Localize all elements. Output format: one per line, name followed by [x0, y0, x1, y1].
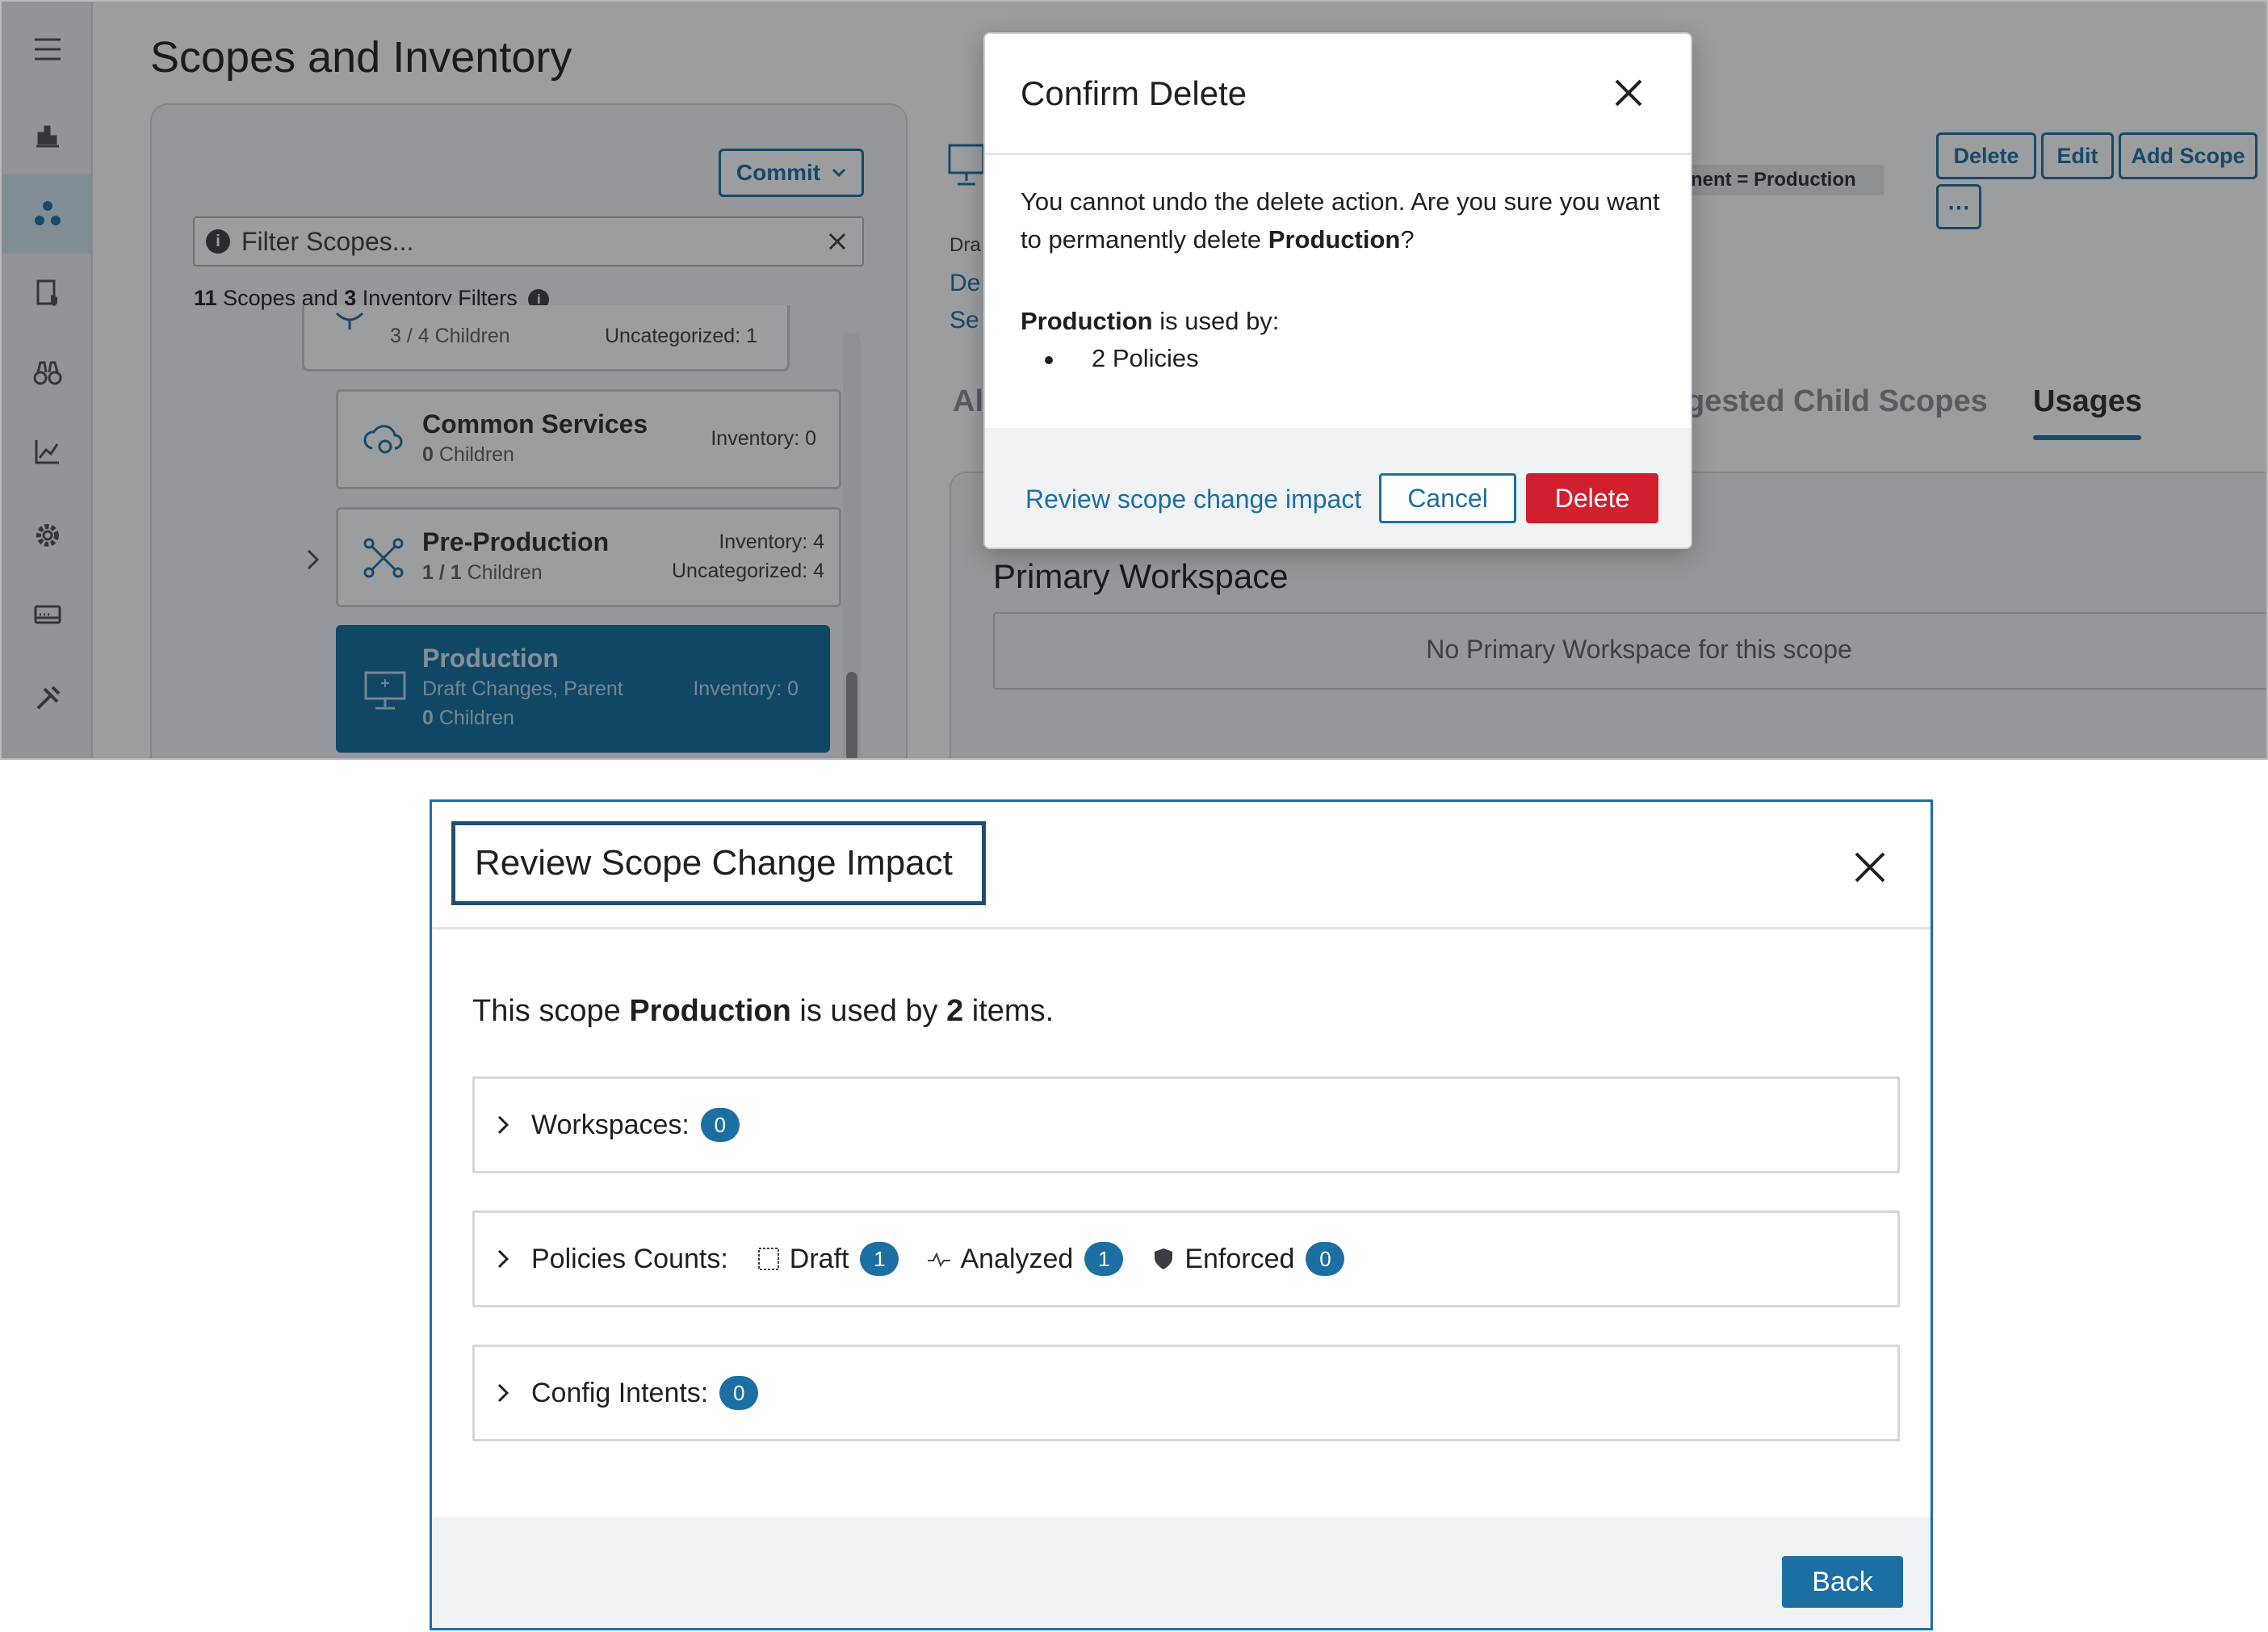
used-by-heading: Production is used by:	[1021, 307, 1280, 335]
modal-header: Confirm Delete	[985, 34, 1691, 155]
back-button[interactable]: Back	[1782, 1556, 1903, 1608]
analyzed-count: Analyzed 1	[926, 1242, 1124, 1276]
shield-icon	[1155, 1248, 1173, 1269]
pulse-icon	[928, 1252, 951, 1268]
dialog-title-box: Review Scope Change Impact	[451, 821, 986, 905]
review-impact-link[interactable]: Review scope change impact	[1025, 485, 1361, 514]
review-scope-change-dialog: Review Scope Change Impact This scope Pr…	[430, 799, 1933, 1630]
close-icon[interactable]	[1850, 847, 1890, 887]
chevron-right-icon	[497, 1249, 509, 1269]
chevron-right-icon	[497, 1115, 509, 1135]
close-icon[interactable]	[1608, 73, 1649, 113]
config-intents-label: Config Intents:	[531, 1377, 709, 1408]
delete-button[interactable]: Delete	[1526, 473, 1658, 523]
modal-footer: Review scope change impact Cancel Delete	[985, 428, 1691, 547]
cancel-button[interactable]: Cancel	[1379, 473, 1516, 523]
draft-count: Draft 1	[756, 1242, 899, 1276]
scopes-inventory-screen: Scopes and Inventory Commit i Filter Sco…	[0, 0, 2268, 760]
config-intents-accordion[interactable]: Config Intents: 0	[472, 1345, 1900, 1441]
draft-icon	[757, 1248, 779, 1270]
chevron-right-icon	[497, 1383, 509, 1403]
policies-label: Policies Counts:	[531, 1243, 728, 1274]
enforced-count-badge: 0	[1306, 1242, 1345, 1276]
enforced-count: Enforced 0	[1151, 1242, 1345, 1276]
workspaces-label: Workspaces:	[531, 1109, 690, 1140]
dialog-title: Review Scope Change Impact	[475, 843, 953, 883]
dialog-header: Review Scope Change Impact	[432, 802, 1931, 929]
workspaces-count-badge: 0	[700, 1108, 740, 1142]
modal-title: Confirm Delete	[1021, 74, 1247, 112]
confirm-delete-modal: Confirm Delete You cannot undo the delet…	[983, 32, 1692, 549]
analyzed-count-badge: 1	[1084, 1242, 1124, 1276]
config-intents-count-badge: 0	[719, 1376, 759, 1410]
policies-accordion[interactable]: Policies Counts: Draft 1 Analyzed 1 Enfo…	[472, 1210, 1900, 1307]
draft-count-badge: 1	[860, 1242, 899, 1276]
modal-message: You cannot undo the delete action. Are y…	[1021, 187, 1660, 254]
used-by-item: 2 Policies	[1045, 344, 1199, 373]
impact-summary: This scope Production is used by 2 items…	[472, 994, 1054, 1028]
workspaces-accordion[interactable]: Workspaces: 0	[472, 1076, 1900, 1173]
dialog-footer: Back	[432, 1517, 1931, 1628]
